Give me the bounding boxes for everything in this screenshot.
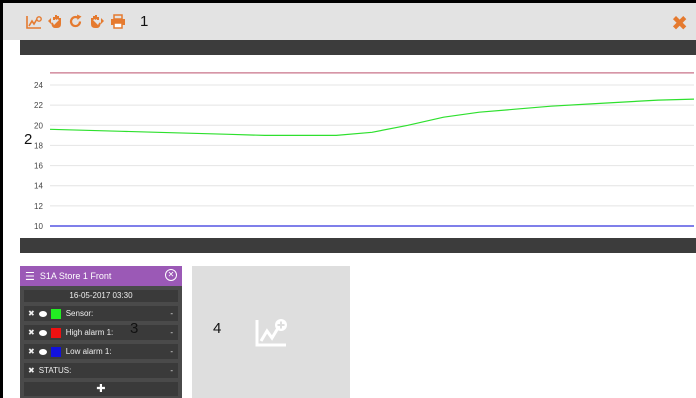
sensor-date: 16-05-2017 03:30	[24, 290, 178, 302]
row-label: High alarm 1:	[65, 328, 114, 337]
remove-icon[interactable]: ✖	[28, 366, 35, 375]
eye-icon[interactable]	[38, 348, 47, 355]
row-value: -	[170, 309, 173, 318]
area-label-2: 2	[24, 131, 33, 148]
row-value: -	[170, 347, 173, 356]
refresh-icon[interactable]	[67, 3, 83, 40]
row-value: -	[170, 328, 173, 337]
y-tick-label: 22	[34, 101, 43, 110]
chart-bottom-band	[20, 238, 696, 253]
remove-icon[interactable]: ✖	[28, 328, 35, 337]
y-tick-label: 18	[34, 141, 43, 150]
row-label: Low alarm 1:	[65, 347, 112, 356]
color-swatch-green[interactable]	[50, 308, 61, 319]
status-row: ✖ STATUS: -	[24, 363, 178, 378]
high-alarm-row: ✖ High alarm 1: -	[24, 325, 178, 340]
print-icon[interactable]	[109, 3, 127, 40]
chart-add-icon	[255, 319, 287, 347]
eye-icon[interactable]	[38, 310, 47, 317]
y-tick-label: 14	[34, 182, 43, 191]
y-tick-label: 16	[34, 162, 43, 171]
chart-top-band	[20, 40, 696, 55]
chart-plot[interactable]: 10 12 14 16 18 20 22 24	[20, 55, 696, 238]
color-swatch-red[interactable]	[50, 327, 61, 338]
y-tick-label: 12	[34, 202, 43, 211]
sensor-row: ✖ Sensor: -	[24, 306, 178, 321]
low-alarm-row: ✖ Low alarm 1: -	[24, 344, 178, 359]
y-tick-label: 10	[34, 222, 43, 231]
status-value: -	[170, 366, 173, 375]
y-tick-label: 24	[34, 81, 43, 90]
menu-icon[interactable]: ☰	[25, 270, 35, 283]
remove-icon[interactable]: ✖	[28, 347, 35, 356]
toolbar: 1 ✖	[3, 3, 696, 40]
close-icon[interactable]: ✖	[671, 11, 688, 36]
panel-close-icon[interactable]: ✕	[165, 269, 177, 281]
area-label-3: 3	[130, 320, 139, 337]
series-line-1	[49, 98, 695, 137]
remove-icon[interactable]: ✖	[28, 309, 35, 318]
sensor-panel-header: ☰ S1A Store 1 Front ✕	[20, 266, 182, 286]
sensor-panel-title: S1A Store 1 Front	[39, 271, 112, 281]
y-tick-label: 20	[34, 121, 43, 130]
eye-icon[interactable]	[38, 329, 47, 336]
sensor-panel: ☰ S1A Store 1 Front ✕ 16-05-2017 03:30 ✖…	[20, 266, 182, 398]
row-label: Sensor:	[65, 309, 94, 318]
area-label-1: 1	[140, 13, 149, 30]
color-swatch-blue[interactable]	[50, 346, 61, 357]
chart-zoom-icon[interactable]	[25, 3, 43, 40]
hand-right-icon[interactable]	[87, 3, 105, 40]
area-label-4: 4	[213, 320, 222, 337]
hand-left-icon[interactable]	[47, 3, 65, 40]
status-label: STATUS:	[38, 366, 72, 375]
add-sensor-button[interactable]: ✚	[24, 382, 178, 396]
